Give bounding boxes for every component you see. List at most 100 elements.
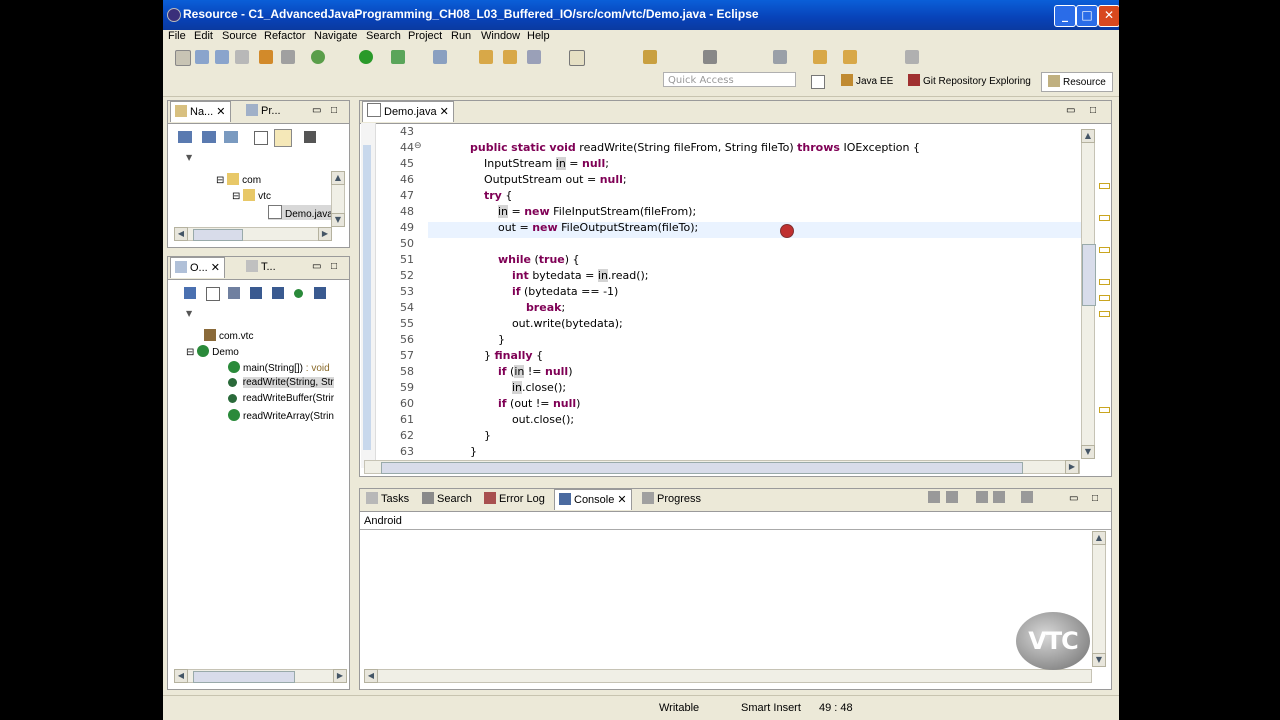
code-line[interactable]: } [456, 333, 505, 346]
back-icon[interactable] [813, 50, 827, 64]
toggle-mark-occurrences-icon[interactable] [569, 50, 585, 66]
close-icon[interactable]: ✕ [617, 494, 626, 506]
next-annotation-icon[interactable] [773, 50, 787, 64]
editor-left-ruler[interactable] [361, 123, 376, 468]
package-icon[interactable] [259, 50, 273, 64]
toolbar-extra-icon[interactable] [905, 50, 919, 64]
outline-item-class[interactable]: ⊟ Demo [186, 345, 239, 358]
menu-help[interactable]: Help [527, 30, 550, 42]
minimize-view-button[interactable]: ▭ [1069, 489, 1078, 509]
scroll-right-icon[interactable]: ▶ [1065, 460, 1079, 474]
maximize-view-button[interactable]: □ [1092, 489, 1098, 509]
code-line[interactable]: out.close(); [456, 413, 574, 426]
menu-project[interactable]: Project [408, 30, 442, 42]
perspective-javaee[interactable]: Java EE [841, 72, 893, 92]
code-line[interactable]: if (in != null) [456, 365, 572, 378]
code-line[interactable]: if (bytedata == -1) [456, 285, 618, 298]
maximize-editor-button[interactable]: □ [1090, 101, 1096, 121]
view-menu-icon[interactable] [304, 131, 316, 143]
code-line[interactable]: InputStream in = null; [456, 157, 609, 170]
clear-console-icon[interactable] [928, 491, 940, 503]
tab-demo-java[interactable]: Demo.java ✕ [362, 101, 454, 122]
scroll-up-icon[interactable]: ▲ [1092, 531, 1106, 545]
back-nav-icon[interactable] [178, 131, 192, 143]
title-bar[interactable]: Resource - C1_AdvancedJavaProgramming_CH… [163, 0, 1119, 30]
navigator-hscroll-thumb[interactable] [193, 229, 243, 241]
tree-item-demo-java[interactable]: Demo.java [268, 205, 335, 220]
tree-item-vtc[interactable]: ⊟ vtc [232, 189, 271, 202]
run-external-icon[interactable] [391, 50, 405, 64]
perspective-resource[interactable]: Resource [1041, 72, 1113, 92]
code-line[interactable]: in = new FileInputStream(fileFrom); [456, 205, 696, 218]
menu-search[interactable]: Search [366, 30, 401, 42]
menu-file[interactable]: File [168, 30, 186, 42]
tab-task-list[interactable]: T... [246, 257, 276, 277]
tab-error-log[interactable]: Error Log [484, 489, 545, 509]
open-type-icon[interactable] [479, 50, 493, 64]
tab-progress[interactable]: Progress [642, 489, 701, 509]
save-icon[interactable] [195, 50, 209, 64]
minimize-editor-button[interactable]: ▭ [1066, 101, 1075, 121]
tab-tasks[interactable]: Tasks [366, 489, 409, 509]
maximize-view-button[interactable]: □ [331, 101, 337, 121]
run-icon[interactable] [359, 50, 373, 64]
code-line[interactable]: } finally { [456, 349, 543, 362]
link-editor-icon[interactable] [274, 129, 292, 147]
code-line[interactable]: break; [456, 301, 565, 314]
print-icon[interactable] [235, 50, 249, 64]
scroll-left-icon[interactable]: ◀ [364, 669, 378, 683]
close-icon[interactable]: ✕ [216, 106, 225, 118]
hide-nonpublic-icon[interactable] [294, 289, 303, 298]
scroll-up-icon[interactable]: ▲ [1081, 129, 1095, 143]
quick-access-input[interactable]: Quick Access [663, 72, 796, 87]
navigator-vscroll[interactable]: ▲ ▼ [331, 171, 345, 227]
perspective-git[interactable]: Git Repository Exploring [908, 72, 1031, 92]
editor-vscroll[interactable]: ▲ ▼ [1081, 129, 1096, 459]
outline-item-readwritearray[interactable]: readWriteArray(Strin [228, 409, 334, 422]
code-line[interactable]: public static void readWrite(String file… [456, 141, 920, 154]
pin-console-icon[interactable] [975, 491, 988, 503]
hide-static-icon[interactable] [272, 287, 284, 299]
scroll-down-icon[interactable]: ▼ [1081, 445, 1095, 459]
menu-edit[interactable]: Edit [194, 30, 213, 42]
code-area[interactable]: 43 44 ⊖ public static void readWrite(Strin… [376, 125, 1092, 457]
scroll-right-icon[interactable]: ▶ [333, 669, 347, 683]
outline-item-main[interactable]: main(String[]) : void [228, 361, 330, 374]
tab-console[interactable]: Console ✕ [554, 489, 632, 510]
tab-search[interactable]: Search [422, 489, 472, 509]
tab-project-explorer[interactable]: Pr... [246, 101, 281, 121]
close-button[interactable]: ✕ [1098, 5, 1119, 27]
outline-item-readwrite[interactable]: readWrite(String, Str [228, 377, 334, 388]
outline-hscroll-thumb[interactable] [193, 671, 295, 683]
save-all-icon[interactable] [215, 50, 229, 64]
new-class-icon[interactable] [433, 50, 447, 64]
view-menu-arrow-icon[interactable]: ▼ [186, 153, 192, 162]
menu-navigate[interactable]: Navigate [314, 30, 357, 42]
forward-nav-icon[interactable] [202, 131, 216, 143]
annotation-icon[interactable] [643, 50, 657, 64]
open-folder-icon[interactable] [503, 50, 517, 64]
hide-local-types-icon[interactable] [314, 287, 326, 299]
tree-item-com[interactable]: ⊟ com [216, 173, 261, 186]
scroll-left-icon[interactable]: ◀ [174, 669, 188, 683]
editor-hscroll-thumb[interactable] [381, 462, 1023, 474]
editor-vscroll-thumb[interactable] [1082, 244, 1096, 306]
new-icon[interactable] [175, 50, 191, 66]
code-line[interactable]: in.close(); [456, 381, 566, 394]
console-hscroll[interactable]: ◀ [364, 669, 1092, 683]
outline-item-readwritebuffer[interactable]: readWriteBuffer(Strir [228, 393, 334, 404]
maximize-button[interactable]: □ [1076, 5, 1098, 27]
navigator-hscroll[interactable]: ◀ ▶ [174, 227, 332, 241]
editor-hscroll[interactable]: ▶ [364, 460, 1080, 474]
display-console-icon[interactable] [993, 491, 1006, 503]
up-nav-icon[interactable] [224, 131, 238, 143]
console-vscroll[interactable]: ▲ ▼ [1092, 531, 1106, 667]
code-line[interactable]: if (out != null) [456, 397, 581, 410]
settings-icon[interactable] [281, 50, 295, 64]
view-menu-arrow-icon[interactable]: ▼ [186, 309, 192, 318]
scroll-left-icon[interactable]: ◀ [174, 227, 188, 241]
scroll-lock-icon[interactable] [945, 491, 958, 503]
sort-icon[interactable] [184, 287, 196, 299]
scroll-right-icon[interactable]: ▶ [318, 227, 332, 241]
scroll-down-icon[interactable]: ▼ [1092, 653, 1106, 667]
